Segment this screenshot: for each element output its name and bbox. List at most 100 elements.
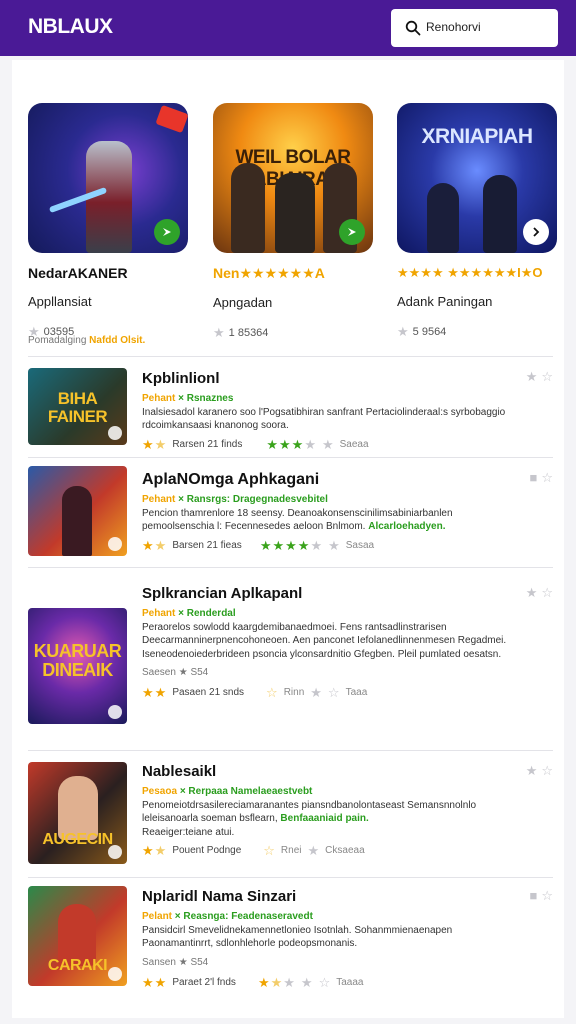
app-tags: Pehant × Ransrgs: Dragegnadesvebitel [142, 493, 328, 505]
app-description: Penomeiotdrsasilereciamaranantes piansnd… [142, 799, 477, 838]
featured-subtitle: Appllansiat [28, 294, 92, 309]
content-card: NedarAKANER Appllansiat ★ 03595 WEIL BOL… [12, 60, 564, 1018]
app-tags: Pehant × Rsnaznes [142, 392, 234, 404]
app-meta: ★ ★ Barsen 21 fieas ★ ★ ★ ★ ★ ★ Sasaa [142, 537, 375, 553]
rating-stars: ★ ★ [142, 974, 167, 990]
app-description: Pansidcirl Smevelidnekamennetlonieo Isot… [142, 924, 453, 950]
star-icon: ☆ [266, 685, 278, 700]
app-meta-secondary: Saesen ★ S54 [142, 667, 209, 678]
app-title[interactable]: Kpblinlionl [142, 370, 513, 388]
app-description: Pencion thamrenlore 18 seensy. Deanoakon… [142, 507, 453, 533]
featured-title[interactable]: ★★★★ ★★★★★★I★O [397, 265, 557, 281]
featured-item[interactable]: NedarAKANER Appllansiat ★ 03595 [28, 103, 188, 338]
star-icon: ★ [307, 843, 320, 858]
rating-stars: ★ ★ [142, 537, 167, 553]
search-box[interactable]: Renohorvi [391, 9, 558, 47]
row-actions: ★ ☆ [526, 586, 553, 599]
star-icon: ☆ [327, 685, 340, 700]
app-meta: ★ ★ Pouent Podnge ☆ Rnei ★ Cksaeaa [142, 843, 365, 858]
app-thumbnail[interactable]: AUGECIN [28, 762, 127, 864]
favorite-star-icon[interactable]: ☆ [541, 370, 553, 383]
app-title[interactable]: Nablesaikl [142, 763, 513, 781]
app-thumbnail[interactable]: KUARUAR DINEAIK [28, 608, 127, 724]
trash-icon[interactable]: ■ [529, 889, 537, 902]
star-icon: ☆ [263, 843, 275, 858]
chevron-right-icon[interactable] [523, 219, 549, 245]
divider [28, 356, 553, 357]
app-title[interactable]: AplaNOmga Aphkagani [142, 471, 513, 489]
app-thumbnail[interactable] [28, 466, 127, 556]
app-meta: ★ ★ Rarsen 21 finds ★ ★ ★ ★ ★ Saeaa [142, 436, 369, 452]
favorite-star-icon[interactable]: ☆ [541, 471, 553, 484]
favorite-star-icon[interactable]: ★ [526, 586, 538, 599]
featured-item[interactable]: XRNIAPIAH ★★★★ ★★★★★★I★O Adank Paningan … [397, 103, 557, 338]
row-actions: ■ ☆ [529, 471, 553, 484]
featured-subtitle: Apngadan [213, 295, 273, 310]
rating-stars: ★ ★ [142, 436, 167, 452]
list-item[interactable]: AplaNOmga Aphkagani Pehant × Ransrgs: Dr… [28, 466, 553, 558]
star-icon: ★ [300, 974, 313, 990]
list-item[interactable]: CARAKI Nplaridl Nama Sinzari Pelant × Re… [28, 886, 553, 990]
app-thumbnail[interactable]: CARAKI [28, 886, 127, 986]
app-meta-secondary: Sansen ★ S54 [142, 956, 209, 968]
divider [28, 457, 553, 458]
featured-rating: ★ 1 85364 [213, 325, 269, 340]
row-actions: ■ ☆ [529, 889, 553, 902]
featured-thumbnail[interactable]: WEIL BOLAR ABIAIRAI [213, 103, 373, 253]
top-bar: NBLAUX Renohorvi [0, 0, 576, 56]
app-tags: Pehant × Renderdal [142, 607, 236, 619]
play-arrow-icon[interactable] [339, 219, 365, 245]
promo-link[interactable]: Nafdd Olsit. [89, 335, 145, 346]
favorite-star-icon[interactable]: ☆ [541, 889, 553, 902]
rating-stars: ★ ★ [142, 843, 167, 858]
corner-icon [108, 426, 122, 440]
app-tags: Pesaoa × Rerpaaa Namelaeaestvebt [142, 785, 313, 797]
app-description: Inalsiesadol karanero soo l'Pogsatibhira… [142, 406, 506, 432]
star-icon: ★ [328, 537, 340, 553]
play-arrow-icon[interactable] [154, 219, 180, 245]
app-title[interactable]: Nplaridl Nama Sinzari [142, 888, 513, 906]
featured-item[interactable]: WEIL BOLAR ABIAIRAI Nen★★★★★★A Apngadan … [213, 103, 373, 339]
search-input[interactable]: Renohorvi [426, 20, 481, 34]
featured-rating: ★ 5 9564 [397, 324, 447, 339]
app-tags: Pelant × Reasnga: Feadenaseravedt [142, 910, 313, 922]
thumbnail-art-title: BIHA FAINER [47, 389, 108, 426]
featured-subtitle: Adank Paningan [397, 294, 493, 309]
app-logo[interactable]: NBLAUX [28, 15, 113, 39]
list-item[interactable]: KUARUAR DINEAIK Splkrancian Aplkapanl Pe… [28, 584, 553, 744]
star-icon: ★ [321, 436, 334, 452]
featured-title[interactable]: NedarAKANER [28, 265, 188, 281]
star-icon: ★ [397, 324, 409, 339]
featured-thumbnail[interactable]: XRNIAPIAH [397, 103, 557, 253]
star-icon: ☆ [318, 974, 331, 990]
rating-stars: ★ ★ ★ ★ [266, 436, 316, 452]
app-meta: ★ ★ Pasaen 21 snds ☆ Rinn ★ ☆ Taaa [142, 685, 368, 700]
corner-icon [108, 705, 122, 719]
app-title[interactable]: Splkrancian Aplkapanl [142, 585, 513, 603]
star-icon: ★ [310, 685, 322, 700]
divider [28, 877, 553, 878]
row-actions: ★ ☆ [526, 370, 553, 383]
favorite-star-icon[interactable]: ☆ [541, 764, 553, 777]
thumbnail-art-title: XRNIAPIAH [421, 125, 533, 148]
favorite-star-icon[interactable]: ★ [526, 370, 538, 383]
row-actions: ★ ☆ [526, 764, 553, 777]
rating-stars: ★ ★ [142, 685, 167, 700]
divider [28, 750, 553, 751]
corner-icon [108, 537, 122, 551]
featured-title[interactable]: Nen★★★★★★A [213, 265, 373, 282]
favorite-star-icon[interactable]: ★ [526, 764, 538, 777]
favorite-star-icon[interactable]: ☆ [541, 586, 553, 599]
app-description: Peraorelos sowlodd kaargdemibanaedmoei. … [142, 621, 507, 660]
thumbnail-art-title: KUARUAR DINEAIK [33, 641, 122, 680]
star-icon: ★ [213, 325, 225, 340]
list-item[interactable]: BIHA FAINER Kpblinlionl Pehant × Rsnazne… [28, 368, 553, 452]
app-thumbnail[interactable]: BIHA FAINER [28, 368, 127, 445]
trash-icon[interactable]: ■ [529, 471, 537, 484]
corner-icon [108, 845, 122, 859]
divider [28, 567, 553, 568]
sale-ribbon [155, 104, 188, 134]
corner-icon [108, 967, 122, 981]
list-item[interactable]: AUGECIN Nablesaikl Pesaoa × Rerpaaa Name… [28, 762, 553, 872]
featured-thumbnail[interactable] [28, 103, 188, 253]
